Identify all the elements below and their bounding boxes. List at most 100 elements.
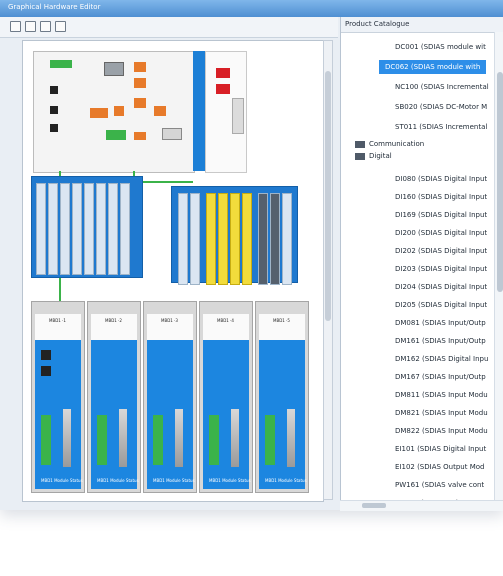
board-module-orange (114, 106, 124, 116)
panel-title: MBD1 ·4 (217, 318, 234, 323)
panel-head: MBD1 ·1 (35, 314, 81, 340)
rail-module-dark[interactable] (258, 193, 268, 285)
drive-panel-2[interactable]: MBD1 ·2 MBD1 Module Status (87, 301, 141, 493)
drive-panel-4[interactable]: MBD1 ·4 MBD1 Module Status (199, 301, 253, 493)
panel-head: MBD1 ·4 (203, 314, 249, 340)
level-bar-green (153, 415, 163, 465)
drive-panel-1[interactable]: MBD1 ·1 MBD1 Module Status (31, 301, 85, 493)
rail-module[interactable] (190, 193, 200, 285)
panel-label: MBD1 Module Status (209, 478, 251, 483)
panel-body: MBD1 Module Status (91, 340, 139, 489)
print-icon[interactable] (25, 21, 36, 32)
copy-icon[interactable] (40, 21, 51, 32)
rail-module[interactable] (282, 193, 292, 285)
level-bar-green (41, 415, 51, 465)
catalogue-item[interactable]: EI101 (SDIAS Digital Input (395, 442, 486, 456)
rail-module[interactable] (96, 183, 106, 275)
folder-label: Digital (369, 152, 392, 160)
panel-head: MBD1 ·2 (91, 314, 137, 340)
canvas-vertical-scrollbar[interactable] (323, 40, 333, 500)
rail-module-dark[interactable] (270, 193, 280, 285)
hardware-canvas[interactable]: MBD1 ·1 MBD1 Module Status MBD1 ·2 MBD1 … (22, 40, 324, 502)
catalogue-scrollbar[interactable] (494, 32, 503, 510)
scrollbar-thumb[interactable] (362, 503, 386, 508)
catalogue-item[interactable]: DI204 (SDIAS Digital Input (395, 280, 487, 294)
board-module-orange (134, 78, 146, 88)
catalogue-item-selected[interactable]: DC062 (SDIAS module with (379, 60, 487, 74)
catalogue-item[interactable]: DM167 (SDIAS Input/Outp (395, 370, 486, 384)
rail-module[interactable] (84, 183, 94, 275)
rail-module-yellow[interactable] (242, 193, 252, 285)
drive-panel-5[interactable]: MBD1 ·5 MBD1 Module Status (255, 301, 309, 493)
catalogue-item[interactable]: ST011 (SDIAS Incremental (395, 120, 487, 134)
drive-panel-3[interactable]: MBD1 ·3 MBD1 Module Status (143, 301, 197, 493)
board-module-orange (90, 108, 108, 118)
board-edge-blue (193, 51, 205, 171)
catalogue-item[interactable]: PW161 (SDIAS valve cont (395, 478, 484, 492)
board-sub-connector (104, 62, 124, 76)
title-bar[interactable]: Graphical Hardware Editor (0, 0, 503, 17)
board-module-orange (154, 106, 166, 116)
board-port (50, 124, 58, 132)
save-icon[interactable] (10, 21, 21, 32)
catalogue-item[interactable]: NC100 (SDIAS Incremental (395, 80, 489, 94)
rail-module[interactable] (72, 183, 82, 275)
catalogue-item[interactable]: DM161 (SDIAS Input/Outp (395, 334, 486, 348)
controller-board[interactable] (33, 51, 195, 173)
rail-module[interactable] (36, 183, 46, 275)
panel-head: MBD1 ·3 (147, 314, 193, 340)
catalogue-item[interactable]: SB020 (SDIAS DC-Motor M (395, 100, 487, 114)
panel-label: MBD1 Module Status (41, 478, 83, 483)
catalogue-item[interactable]: DI205 (SDIAS Digital Input (395, 298, 487, 312)
rail-module-yellow[interactable] (218, 193, 228, 285)
rail-module-yellow[interactable] (206, 193, 216, 285)
panel-label: MBD1 Module Status (265, 478, 307, 483)
catalogue-item[interactable]: DM811 (SDIAS Input Modu (395, 388, 488, 402)
panel-title: MBD1 ·1 (49, 318, 66, 323)
status-led-red (216, 84, 230, 94)
status-switch (232, 98, 244, 134)
board-port (50, 86, 58, 94)
tree-folder-digital[interactable]: Digital (355, 150, 392, 162)
io-rail-right[interactable] (171, 186, 298, 285)
rail-module[interactable] (108, 183, 118, 275)
scrollbar-thumb[interactable] (325, 71, 331, 321)
catalogue-horizontal-scrollbar[interactable] (340, 500, 503, 511)
rail-module[interactable] (60, 183, 70, 275)
panel-title: MBD1 ·5 (273, 318, 290, 323)
catalogue-item[interactable]: DI203 (SDIAS Digital Input (395, 262, 487, 276)
catalogue-item[interactable]: DI080 (SDIAS Digital Input (395, 172, 487, 186)
panel-head: MBD1 ·5 (259, 314, 305, 340)
level-column (63, 409, 71, 467)
catalogue-item[interactable]: DM081 (SDIAS Input/Outp (395, 316, 486, 330)
catalogue-item[interactable]: DM821 (SDIAS Input Modu (395, 406, 488, 420)
window-title: Graphical Hardware Editor (8, 3, 101, 11)
settings-icon[interactable] (55, 21, 66, 32)
panel-body: MBD1 Module Status (35, 340, 83, 489)
rail-module[interactable] (120, 183, 130, 275)
tree-folder-communication[interactable]: Communication (355, 138, 424, 150)
hardware-editor-window: Graphical Hardware Editor MBD1 ·1 MBD1 M… (0, 0, 503, 511)
catalogue-item[interactable]: DM822 (SDIAS Input Modu (395, 424, 488, 438)
status-card[interactable] (205, 51, 247, 173)
catalogue-item[interactable]: DC001 (SDIAS module wit (395, 40, 486, 54)
catalogue-item[interactable]: DM162 (SDIAS Digital Inpu (395, 352, 488, 366)
scrollbar-thumb[interactable] (497, 72, 503, 292)
board-connector-green (50, 60, 72, 68)
catalogue-item[interactable]: DI202 (SDIAS Digital Input (395, 244, 487, 258)
level-bar-green (209, 415, 219, 465)
rail-module[interactable] (48, 183, 58, 275)
io-rail-left[interactable] (31, 176, 143, 278)
catalogue-item[interactable]: EI102 (SDIAS Output Mod (395, 460, 484, 474)
catalogue-tree: DC001 (SDIAS module wit DC062 (SDIAS mod… (341, 32, 503, 510)
catalogue-title: Product Catalogue (345, 20, 410, 28)
panel-port (41, 350, 51, 360)
rail-module[interactable] (178, 193, 188, 285)
catalogue-item[interactable]: DI169 (SDIAS Digital Input (395, 208, 487, 222)
panel-label: MBD1 Module Status (153, 478, 195, 483)
board-module-orange (134, 62, 146, 72)
catalogue-item[interactable]: DI160 (SDIAS Digital Input (395, 190, 487, 204)
rail-module-yellow[interactable] (230, 193, 240, 285)
panel-title: MBD1 ·3 (161, 318, 178, 323)
catalogue-item[interactable]: DI200 (SDIAS Digital Input (395, 226, 487, 240)
